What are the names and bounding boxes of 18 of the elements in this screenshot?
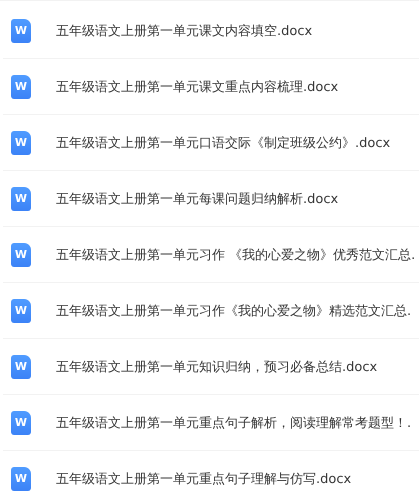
file-name[interactable]: 五年级语文上册第一单元习作《我的心爱之物》精选范文汇总. xyxy=(56,302,412,320)
file-name[interactable]: 五年级语文上册第一单元课文重点内容梳理.docx xyxy=(56,78,338,96)
file-name[interactable]: 五年级语文上册第一单元每课问题归纳解析.docx xyxy=(56,190,338,208)
document-icon: W xyxy=(11,354,31,378)
document-icon: W xyxy=(11,18,31,42)
file-name[interactable]: 五年级语文上册第一单元课文内容填空.docx xyxy=(56,22,312,40)
document-icon: W xyxy=(11,298,31,322)
file-name[interactable]: 五年级语文上册第一单元习作 《我的心爱之物》优秀范文汇总. xyxy=(56,246,416,264)
document-icon: W xyxy=(11,186,31,210)
document-icon: W xyxy=(11,242,31,266)
file-name[interactable]: 五年级语文上册第一单元知识归纳，预习必备总结.docx xyxy=(56,358,378,376)
document-icon: W xyxy=(11,466,31,490)
file-name[interactable]: 五年级语文上册第一单元口语交际《制定班级公约》.docx xyxy=(56,134,390,152)
document-icon: W xyxy=(11,74,31,98)
document-icon: W xyxy=(11,130,31,154)
file-name[interactable]: 五年级语文上册第一单元重点句子理解与仿写.docx xyxy=(56,470,352,488)
file-name[interactable]: 五年级语文上册第一单元重点句子解析，阅读理解常考题型！. xyxy=(56,414,412,432)
document-icon: W xyxy=(11,410,31,434)
